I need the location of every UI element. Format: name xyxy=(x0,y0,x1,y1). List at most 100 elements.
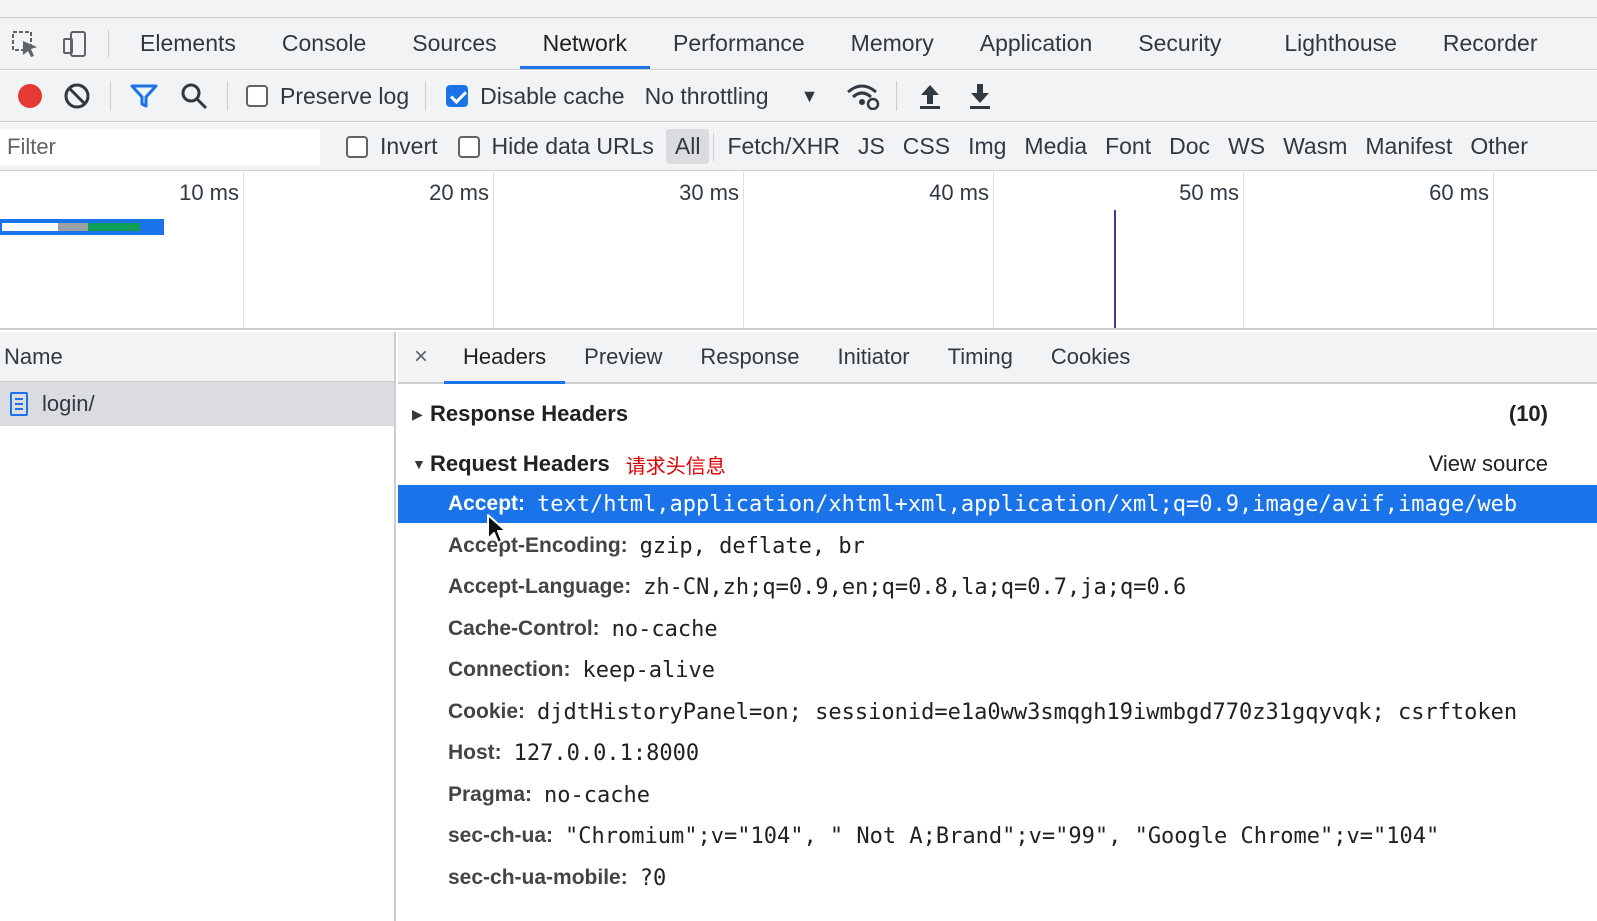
network-toolbar: Preserve log Disable cache No throttling… xyxy=(0,71,1597,122)
throttling-select[interactable]: No throttling ▼ xyxy=(645,83,819,110)
header-row[interactable]: Connection: keep-alive xyxy=(398,651,1597,689)
type-filter-css[interactable]: CSS xyxy=(894,129,959,164)
tab-initiator[interactable]: Initiator xyxy=(818,332,928,382)
network-conditions-button[interactable] xyxy=(838,76,888,116)
request-bar-stalled xyxy=(58,223,88,231)
preserve-log-checkbox[interactable]: Preserve log xyxy=(246,83,409,110)
invert-box[interactable] xyxy=(346,135,368,158)
header-row[interactable]: sec-ch-ua: "Chromium";v="104", " Not A;B… xyxy=(398,817,1597,855)
throttling-value: No throttling xyxy=(644,82,769,109)
response-headers-section[interactable]: ▶ Response Headers (10) xyxy=(398,394,1597,434)
header-row[interactable]: Accept-Encoding: gzip, deflate, br xyxy=(398,527,1597,565)
request-name: login/ xyxy=(42,391,95,416)
response-headers-title: Response Headers xyxy=(430,401,629,426)
preserve-log-box[interactable] xyxy=(246,85,268,107)
header-row[interactable]: Accept: text/html,application/xhtml+xml,… xyxy=(398,485,1597,523)
grid-line xyxy=(993,172,994,328)
tab-timing[interactable]: Timing xyxy=(929,332,1032,382)
tab-elements[interactable]: Elements xyxy=(117,18,259,69)
disable-cache-checkbox[interactable]: Disable cache xyxy=(446,82,625,110)
type-filter-font[interactable]: Font xyxy=(1096,129,1160,164)
record-button[interactable] xyxy=(8,76,52,116)
network-overview-timeline[interactable]: 10 ms 20 ms 30 ms 40 ms 50 ms 60 ms xyxy=(0,172,1597,330)
grid-line xyxy=(493,172,494,328)
tab-security[interactable]: Security xyxy=(1115,18,1261,69)
tab-headers[interactable]: Headers xyxy=(444,332,566,384)
header-row[interactable]: Pragma: no-cache xyxy=(398,776,1597,814)
header-name: Pragma: xyxy=(448,783,533,806)
document-icon xyxy=(10,392,28,416)
request-row[interactable]: login/ xyxy=(0,382,394,426)
resource-type-filters: All Fetch/XHR JS CSS Img Media Font Doc … xyxy=(665,129,1537,164)
tab-cookies[interactable]: Cookies xyxy=(1032,332,1149,382)
type-filter-media[interactable]: Media xyxy=(1015,129,1096,164)
header-value: 127.0.0.1:8000 xyxy=(513,740,700,766)
hide-data-urls-checkbox[interactable]: Hide data URLs xyxy=(457,133,654,160)
tab-sources[interactable]: Sources xyxy=(389,18,519,69)
header-value: text/html,application/xhtml+xml,applicat… xyxy=(537,491,1518,517)
request-headers-section[interactable]: ▼ Request Headers 请求头信息 View source xyxy=(398,444,1597,484)
tab-lighthouse[interactable]: Lighthouse xyxy=(1261,18,1420,69)
header-value: zh-CN,zh;q=0.9,en;q=0.8,la;q=0.7,ja;q=0.… xyxy=(643,574,1187,600)
tab-memory[interactable]: Memory xyxy=(828,18,957,69)
disable-cache-box[interactable] xyxy=(446,85,469,107)
header-value: "Chromium";v="104", " Not A;Brand";v="99… xyxy=(565,823,1440,849)
invert-checkbox[interactable]: Invert xyxy=(346,133,438,160)
request-list: Name login/ xyxy=(0,332,396,921)
import-har-button[interactable] xyxy=(905,76,955,116)
view-source-link[interactable]: View source xyxy=(1429,451,1548,477)
header-row[interactable]: Cookie: djdtHistoryPanel=on; sessionid=e… xyxy=(398,693,1597,731)
tab-performance[interactable]: Performance xyxy=(650,18,828,69)
header-name: Cookie: xyxy=(448,700,526,723)
filter-toggle-button[interactable] xyxy=(119,76,169,116)
type-filter-img[interactable]: Img xyxy=(959,129,1015,164)
divider xyxy=(108,30,109,57)
tab-application[interactable]: Application xyxy=(957,18,1116,69)
search-button[interactable] xyxy=(169,76,219,116)
type-filter-wasm[interactable]: Wasm xyxy=(1274,129,1356,164)
tab-preview[interactable]: Preview xyxy=(565,332,681,382)
type-filter-all[interactable]: All xyxy=(665,129,710,164)
clear-button[interactable] xyxy=(52,76,102,116)
header-value: no-cache xyxy=(611,616,718,642)
type-filter-js[interactable]: JS xyxy=(849,129,894,164)
type-filter-ws[interactable]: WS xyxy=(1219,129,1274,164)
hide-data-urls-label: Hide data URLs xyxy=(491,133,654,159)
header-row[interactable]: Host: 127.0.0.1:8000 xyxy=(398,734,1597,772)
tab-console[interactable]: Console xyxy=(259,18,389,69)
chevron-down-icon: ▼ xyxy=(800,85,819,106)
tab-response[interactable]: Response xyxy=(681,332,818,382)
hide-data-urls-box[interactable] xyxy=(457,135,480,158)
export-har-button[interactable] xyxy=(955,76,1005,116)
header-row[interactable]: Cache-Control: no-cache xyxy=(398,610,1597,648)
type-filter-other[interactable]: Other xyxy=(1461,129,1537,164)
divider xyxy=(425,81,427,111)
header-name: Accept-Language: xyxy=(448,575,632,598)
divider xyxy=(713,132,715,161)
filter-bar: Invert Hide data URLs All Fetch/XHR JS C… xyxy=(0,123,1597,171)
tick-label: 40 ms xyxy=(929,180,989,205)
details-tabbar: × Headers Preview Response Initiator Tim… xyxy=(398,332,1597,384)
record-icon xyxy=(18,84,42,108)
type-filter-manifest[interactable]: Manifest xyxy=(1356,129,1461,164)
disable-cache-label: Disable cache xyxy=(480,82,625,109)
filter-input[interactable] xyxy=(0,128,320,165)
triangle-down-icon: ▼ xyxy=(412,456,426,472)
tab-recorder[interactable]: Recorder xyxy=(1420,18,1561,69)
request-details-pane: × Headers Preview Response Initiator Tim… xyxy=(398,332,1597,921)
type-filter-fetch-xhr[interactable]: Fetch/XHR xyxy=(718,129,848,164)
header-name: sec-ch-ua-mobile: xyxy=(448,866,628,889)
close-icon[interactable]: × xyxy=(398,332,444,382)
search-icon xyxy=(181,83,208,110)
name-column-header[interactable]: Name xyxy=(0,332,394,382)
tab-network[interactable]: Network xyxy=(519,18,651,69)
type-filter-doc[interactable]: Doc xyxy=(1160,129,1219,164)
clear-icon xyxy=(64,83,90,109)
device-toolbar-icon[interactable] xyxy=(50,18,100,69)
header-row[interactable]: sec-ch-ua-mobile: ?0 xyxy=(398,859,1597,897)
request-bar-download xyxy=(88,223,140,231)
inspect-element-icon[interactable] xyxy=(0,18,50,69)
divider xyxy=(896,81,898,111)
header-row[interactable]: Accept-Language: zh-CN,zh;q=0.9,en;q=0.8… xyxy=(398,568,1597,606)
devtools-panel-tabbar: Elements Console Sources Network Perform… xyxy=(0,18,1597,70)
